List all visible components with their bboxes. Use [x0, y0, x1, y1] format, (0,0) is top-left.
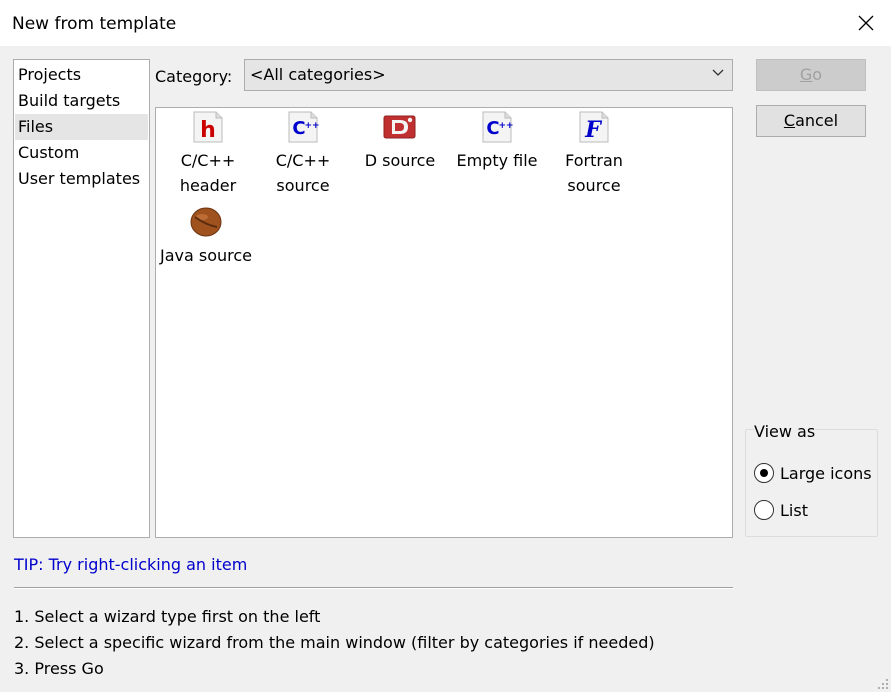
- template-c-cpp-source[interactable]: C ++ C/C++ source: [253, 110, 353, 198]
- title-bar: New from template: [0, 0, 891, 46]
- template-label: Java source: [159, 246, 252, 265]
- template-empty-file[interactable]: C ++ Empty file: [447, 110, 547, 173]
- close-button[interactable]: [841, 0, 891, 46]
- template-label: C/C++: [180, 151, 236, 170]
- java-bean-icon: [190, 207, 222, 237]
- template-label: Empty file: [456, 151, 538, 170]
- radio-label: List: [780, 500, 808, 520]
- template-label-line2: header: [179, 176, 237, 195]
- instruction-2: 2. Select a specific wizard from the mai…: [14, 633, 655, 652]
- radio-list[interactable]: [754, 500, 774, 520]
- template-fortran-source[interactable]: F Fortran source: [544, 110, 644, 198]
- wizard-type-build-targets[interactable]: Build targets: [15, 88, 148, 114]
- cancel-mnemonic: C: [783, 111, 796, 130]
- close-icon: [858, 15, 874, 31]
- template-label: Fortran: [565, 151, 623, 170]
- radio-large-icons[interactable]: [754, 463, 774, 483]
- wizard-type-custom[interactable]: Custom: [15, 140, 148, 166]
- svg-text:++: ++: [498, 121, 513, 131]
- category-selected-value: <All categories>: [250, 65, 386, 84]
- category-label: Category:: [155, 67, 233, 86]
- template-label-line2: source: [276, 176, 330, 195]
- svg-text:++: ++: [304, 121, 319, 131]
- wizard-type-user-templates[interactable]: User templates: [15, 166, 148, 192]
- cpp-source-icon: C ++: [288, 111, 320, 143]
- svg-text:h: h: [200, 118, 216, 143]
- wizard-type-files[interactable]: Files: [15, 114, 148, 140]
- separator: [14, 587, 733, 589]
- cancel-button[interactable]: Cancel: [756, 105, 866, 137]
- view-as-list[interactable]: List: [754, 499, 808, 521]
- template-label: C/C++: [275, 151, 331, 170]
- dialog-body: Projects Build targets Files Custom User…: [0, 46, 891, 692]
- cancel-label-rest: ancel: [795, 111, 839, 130]
- view-as-large-icons[interactable]: Large icons: [754, 462, 872, 484]
- view-as-group: View as Large icons List: [745, 422, 878, 537]
- template-d-source[interactable]: D source: [350, 110, 450, 173]
- radio-label: Large icons: [780, 463, 872, 483]
- d-source-icon: [383, 115, 416, 139]
- template-icon-view[interactable]: h C/C++ header C ++ C/C++ source D sourc…: [155, 107, 733, 538]
- chevron-down-icon: [712, 69, 724, 76]
- view-as-legend: View as: [754, 422, 816, 441]
- instruction-3: 3. Press Go: [14, 659, 104, 678]
- svg-text:F: F: [584, 117, 602, 143]
- c-header-icon: h: [193, 111, 223, 143]
- instruction-1: 1. Select a wizard type first on the lef…: [14, 607, 321, 626]
- window-title: New from template: [12, 14, 177, 34]
- wizard-type-list[interactable]: Projects Build targets Files Custom User…: [13, 59, 150, 538]
- category-dropdown[interactable]: <All categories>: [244, 59, 733, 91]
- template-label-line2: source: [567, 176, 621, 195]
- template-label: D source: [364, 151, 436, 170]
- fortran-source-icon: F: [579, 111, 609, 143]
- empty-file-icon: C ++: [482, 111, 514, 143]
- go-button[interactable]: Go: [756, 59, 866, 91]
- resize-grip-icon[interactable]: [877, 678, 889, 690]
- template-java-source[interactable]: Java source: [156, 205, 256, 268]
- go-mnemonic: G: [799, 65, 813, 84]
- template-c-cpp-header[interactable]: h C/C++ header: [158, 110, 258, 198]
- wizard-type-projects[interactable]: Projects: [15, 62, 148, 88]
- go-label-rest: o: [812, 65, 823, 84]
- tip-text: TIP: Try right-clicking an item: [14, 555, 248, 574]
